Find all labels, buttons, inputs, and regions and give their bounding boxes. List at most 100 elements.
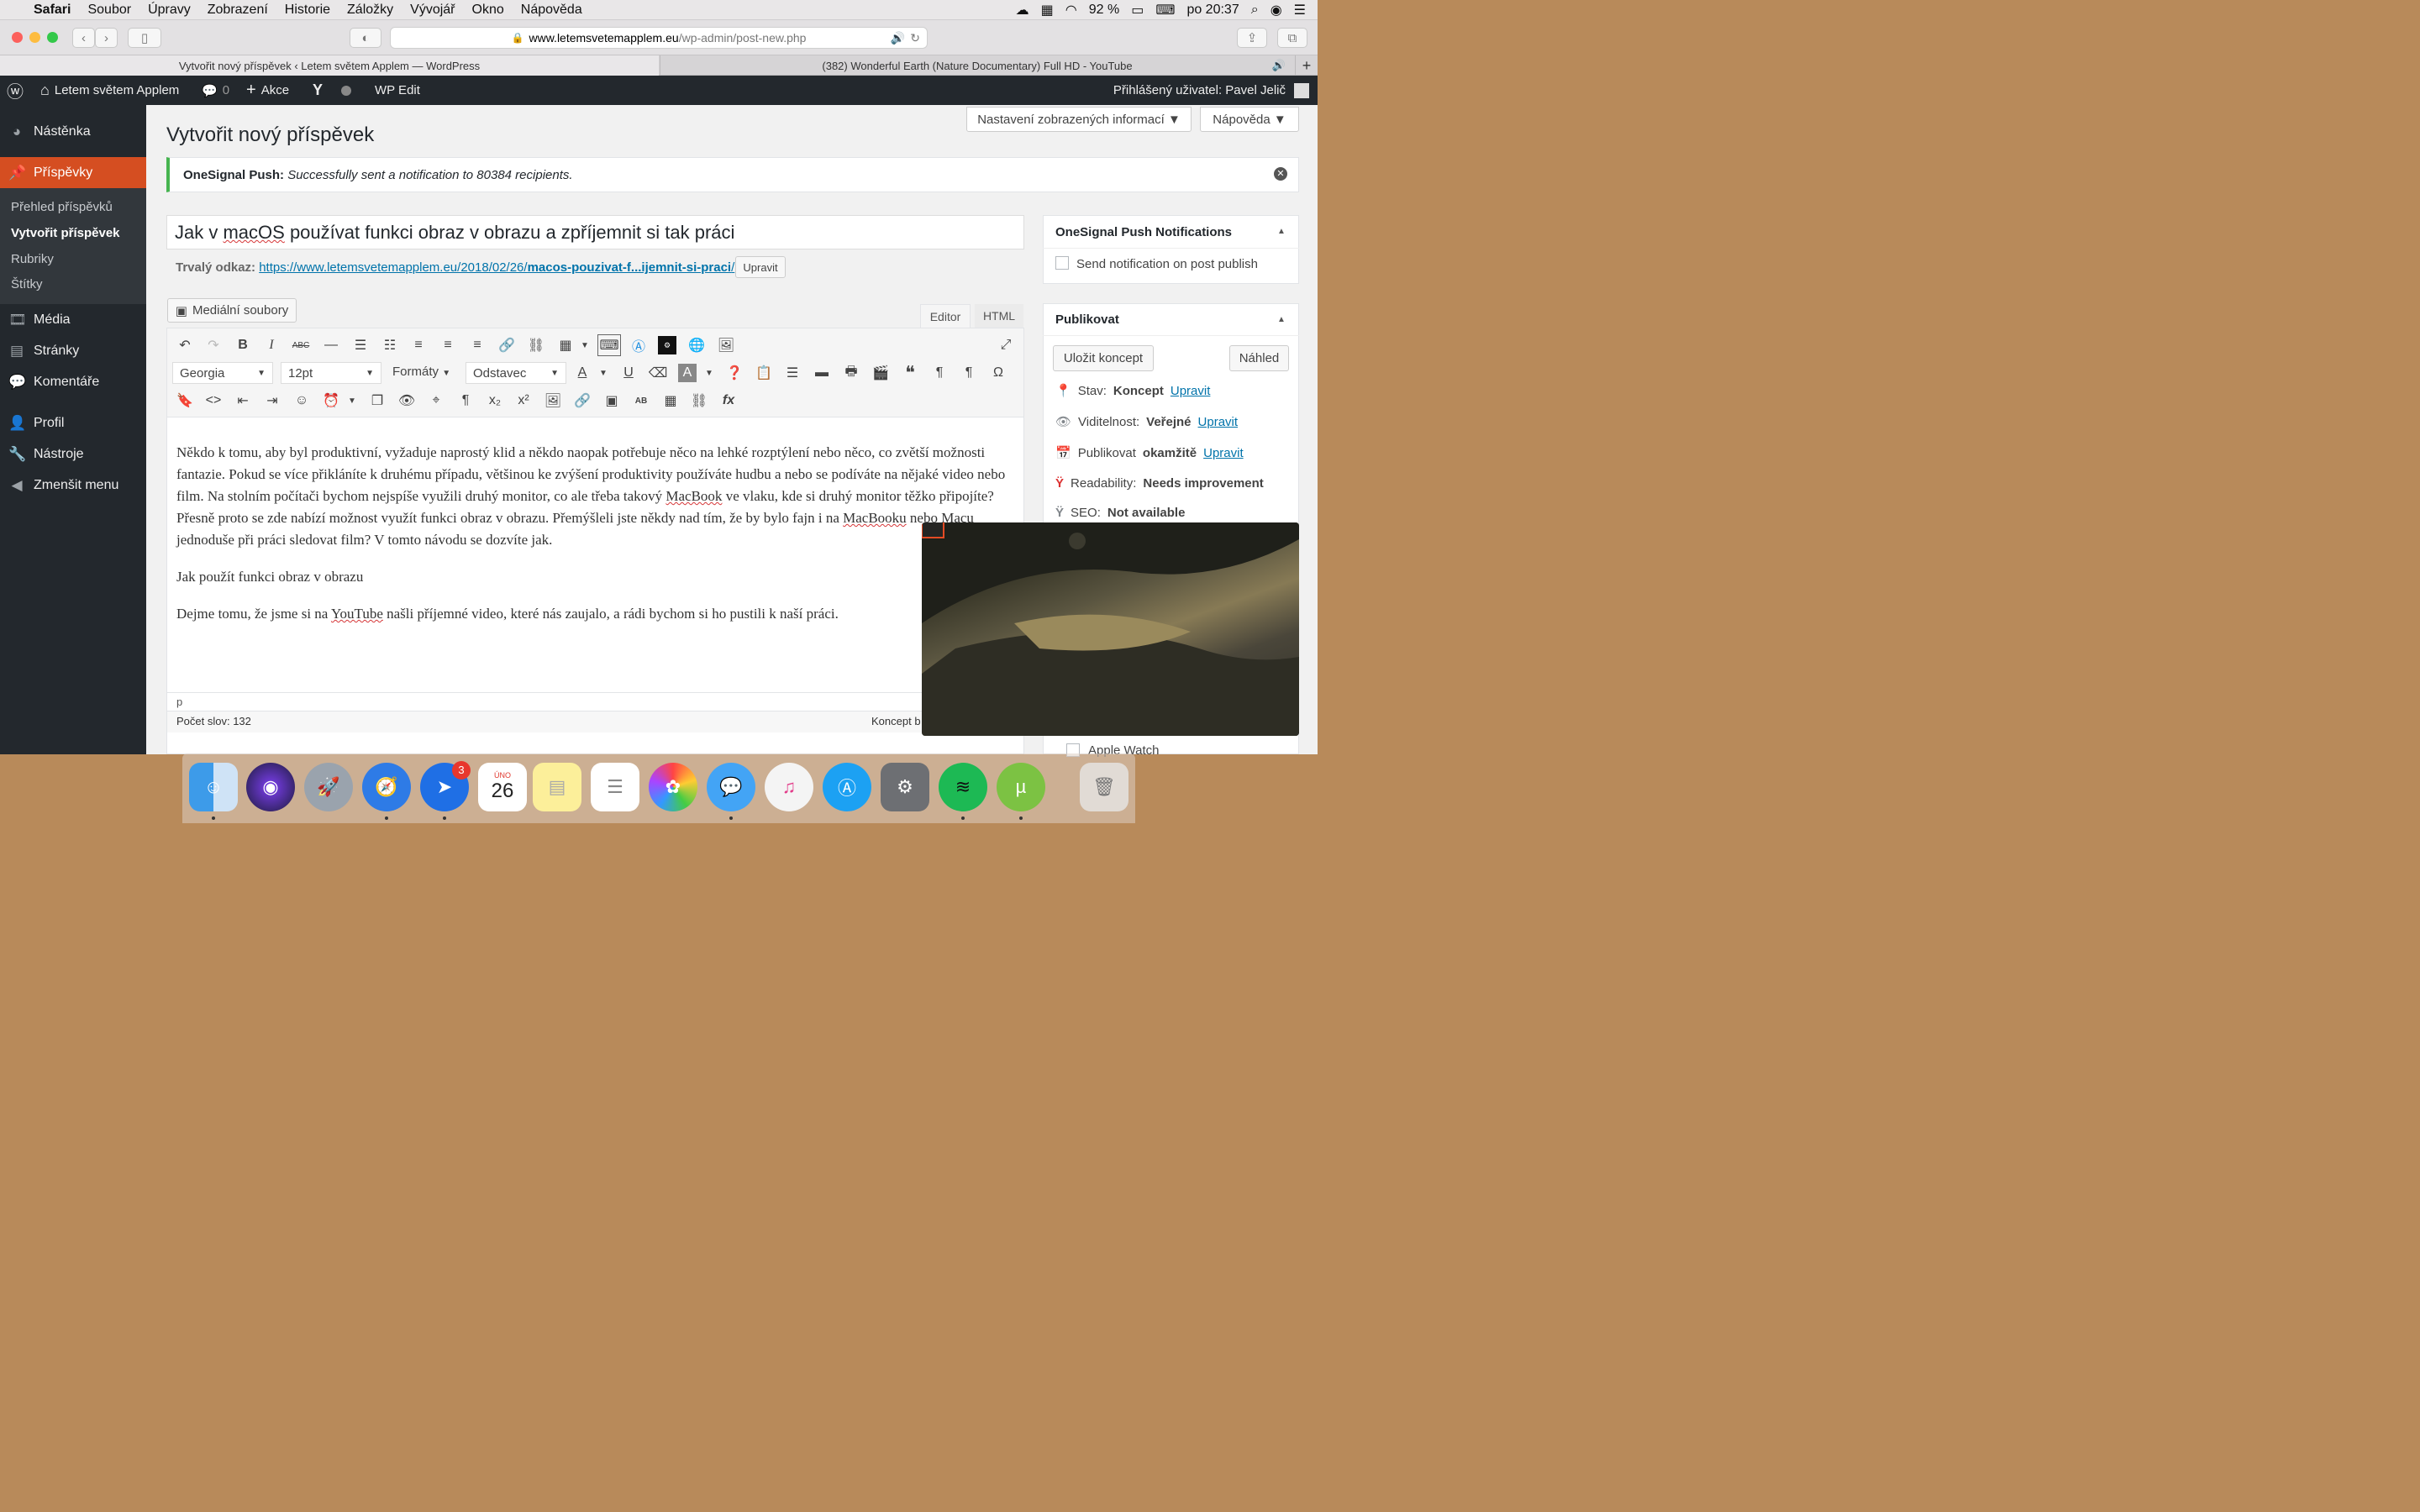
bullet-list-icon[interactable]: ☰ (351, 336, 370, 354)
steam-icon[interactable]: ⚙ (658, 336, 676, 354)
close-window-button[interactable] (12, 32, 23, 43)
sidebar-item-tools[interactable]: 🔧 Nástroje (0, 439, 146, 470)
address-bar[interactable]: 🔒 www.letemsvetemapplem.eu /wp-admin/pos… (390, 27, 928, 49)
site-name-link[interactable]: ⌂ Letem světem Applem (40, 76, 179, 105)
share-icon[interactable]: ⇪ (1237, 28, 1267, 48)
image-icon[interactable]: 🖼 (717, 336, 735, 354)
add-media-button[interactable]: ▣ Mediální soubory (167, 298, 297, 323)
submenu-all-posts[interactable]: Přehled příspěvků (11, 200, 113, 214)
blockquote-icon[interactable]: ❝ (901, 362, 919, 383)
superscript-icon[interactable]: x² (514, 391, 533, 410)
screen-options-button[interactable]: Nastavení zobrazených informací ▼ (966, 107, 1192, 132)
itunes-icon[interactable]: ♫ (765, 763, 813, 811)
anchor-link-icon[interactable]: 🔗 (573, 391, 592, 410)
align-center-icon[interactable]: ≡ (439, 336, 457, 354)
editor-paragraph-3[interactable]: Dejme tomu, že jsme si na YouTube našli … (176, 603, 1017, 625)
wordpress-logo-icon[interactable]: ⓦ (7, 76, 24, 105)
bookmark-icon[interactable]: 🔖 (176, 391, 194, 410)
sidebar-item-posts[interactable]: 📌 Příspěvky (0, 157, 146, 188)
menu-zobrazeni[interactable]: Zobrazení (208, 3, 268, 18)
spotlight-search-icon[interactable]: ⌕ (1251, 3, 1259, 18)
rtl-icon[interactable]: ¶ (960, 364, 978, 382)
tab-youtube[interactable]: (382) Wonderful Earth (Nature Documentar… (660, 55, 1294, 76)
table-insert-icon[interactable]: ▦ (661, 391, 680, 410)
subscript-icon[interactable]: x₂ (486, 391, 504, 410)
submenu-categories[interactable]: Rubriky (11, 252, 54, 266)
sidebar-item-pages[interactable]: ▤ Stránky (0, 336, 146, 366)
notes-icon[interactable]: ▤ (533, 763, 581, 811)
siri-icon[interactable]: ◉ (1270, 2, 1282, 18)
dismiss-notice-icon[interactable]: ✕ (1274, 167, 1287, 181)
alarm-clock-icon[interactable]: ⏰ (322, 391, 340, 410)
undo-icon[interactable]: ↶ (176, 336, 194, 354)
privacy-shield-icon[interactable]: ◐ (350, 28, 381, 48)
copy-icon[interactable]: ❐ (368, 391, 387, 410)
permalink-link[interactable]: https://www.letemsvetemapplem.eu/2018/02… (259, 260, 734, 275)
audio-playing-icon[interactable]: 🔊 (891, 31, 905, 45)
media-embed-icon[interactable]: 🎬 (871, 364, 890, 382)
clock-dropdown-icon[interactable]: ▼ (343, 391, 361, 410)
back-chevron-icon[interactable]: ‹ (72, 28, 95, 48)
edit-status-link[interactable]: Upravit (1171, 384, 1211, 398)
bold-icon[interactable]: B (234, 336, 252, 354)
reminders-icon[interactable]: ☰ (591, 763, 639, 811)
formats-dropdown[interactable]: Formáty ▼ (392, 365, 450, 379)
tab-audio-icon[interactable]: 🔊 (1272, 59, 1286, 72)
pip-return-button[interactable] (922, 522, 944, 538)
menu-zalozky[interactable]: Záložky (347, 3, 393, 18)
align-right-icon[interactable]: ≡ (468, 336, 487, 354)
comments-link[interactable]: 💬 0 (202, 76, 229, 105)
strikethrough-icon[interactable]: ABC (292, 336, 310, 354)
new-content-link[interactable]: + Akce (246, 76, 289, 105)
app-store-icon[interactable]: Ⓐ (629, 336, 648, 354)
photos-icon[interactable]: ✿ (649, 763, 697, 811)
edit-visibility-link[interactable]: Upravit (1198, 415, 1239, 429)
battery-percent[interactable]: 92 % (1089, 3, 1119, 18)
minimize-window-button[interactable] (29, 32, 40, 43)
edit-publish-time-link[interactable]: Upravit (1203, 446, 1244, 460)
tab-editor-visual[interactable]: Editor (920, 304, 971, 328)
text-color-dropdown-icon[interactable]: ▼ (594, 364, 613, 382)
editor-paragraph-1[interactable]: Někdo k tomu, aby byl produktivní, vyžad… (176, 442, 1017, 551)
align-left-icon[interactable]: ≡ (409, 336, 428, 354)
table-icon[interactable]: ▦ (556, 336, 575, 354)
unlink-icon[interactable]: ⛓ (527, 336, 545, 354)
menu-app-name[interactable]: Safari (34, 3, 71, 18)
system-preferences-gear-icon[interactable]: ⚙ (881, 763, 929, 811)
sidebar-toggle-icon[interactable]: ▯ (128, 28, 161, 48)
siri-icon[interactable]: ◉ (246, 763, 295, 811)
background-color-dropdown-icon[interactable]: ▼ (700, 364, 718, 382)
insert-image-icon[interactable]: 🖼 (544, 391, 562, 410)
calendar-icon[interactable]: ÚNO 26 (478, 763, 527, 811)
print-icon[interactable]: 🖶 (842, 364, 860, 382)
forward-chevron-icon[interactable]: › (95, 28, 118, 48)
paste-icon[interactable]: 📋 (755, 364, 773, 382)
italic-icon[interactable]: I (262, 336, 281, 354)
underline-icon[interactable]: U (619, 364, 638, 382)
sidebar-item-comments[interactable]: 💬 Komentáře (0, 367, 146, 397)
fullscreen-icon[interactable]: ⤢ (997, 336, 1015, 354)
numbered-list-icon[interactable]: ☷ (381, 336, 399, 354)
launchpad-rocket-icon[interactable]: 🚀 (304, 763, 353, 811)
save-draft-button[interactable]: Uložit koncept (1053, 345, 1154, 371)
sidebar-item-profile[interactable]: 👤 Profil (0, 408, 146, 438)
edit-permalink-button[interactable]: Upravit (735, 256, 786, 278)
code-icon[interactable]: <> (204, 391, 223, 410)
show-blocks-icon[interactable]: ¶ (456, 391, 475, 410)
reload-icon[interactable]: ↻ (910, 31, 920, 45)
shortcode-link-icon[interactable]: ⛓ (690, 391, 708, 410)
text-color-icon[interactable]: A (573, 364, 592, 382)
background-color-icon[interactable]: A (678, 364, 697, 382)
image-frame-icon[interactable]: ▣ (602, 391, 621, 410)
spotify-icon[interactable]: ≋ (939, 763, 987, 811)
trash-icon[interactable]: 🗑 (1080, 763, 1128, 811)
formula-fx-icon[interactable]: fx (719, 391, 738, 410)
show-tabs-icon[interactable]: ⧉ (1277, 28, 1307, 48)
wifi-icon[interactable]: ◠ (1065, 2, 1077, 18)
ltr-icon[interactable]: ¶ (930, 364, 949, 382)
menu-historie[interactable]: Historie (285, 3, 330, 18)
collapse-triangle-icon[interactable]: ▲ (1277, 227, 1286, 236)
collapse-menu-button[interactable]: ◀ Zmenšit menu (0, 470, 146, 501)
input-source-icon[interactable]: ⌨ (1155, 2, 1175, 18)
emoticon-icon[interactable]: ☺ (292, 391, 311, 410)
